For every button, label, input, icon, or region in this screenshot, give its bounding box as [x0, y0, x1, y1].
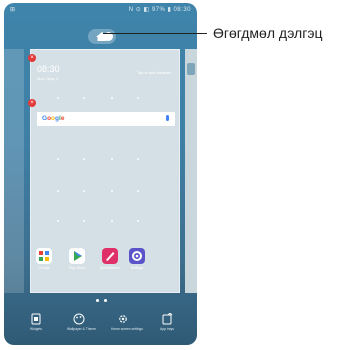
gear-icon [132, 251, 142, 261]
mic-icon[interactable] [166, 115, 169, 121]
app-trays-icon [162, 313, 173, 325]
callout-default-screen: Өгөгдмөл дэлгэц [213, 25, 323, 41]
home-screen-settings-label: Home screen settings [111, 327, 143, 331]
remove-widget-button[interactable]: × [28, 54, 36, 62]
settings-app-icon[interactable] [129, 248, 145, 264]
app-trays-button[interactable]: App trays [155, 313, 179, 331]
wallpaper-theme-label: Wallpaper & Theme [67, 327, 96, 331]
play-triangle-icon [74, 251, 82, 261]
google-search-bar[interactable]: Google [37, 112, 175, 126]
widgets-button[interactable]: Widgets [24, 313, 48, 331]
app-trays-label: App trays [160, 327, 174, 331]
app-label-google: Google [38, 266, 50, 270]
folder-grid-icon [39, 251, 49, 261]
status-left: ⊞ [10, 7, 16, 13]
page-indicator [104, 299, 107, 302]
app-label-play-store: Play Store [68, 266, 86, 270]
page-indicator-home [96, 299, 99, 302]
clock-date: Mon, May 4 [37, 76, 58, 81]
status-bar: ⊞ N ⊙ ◧ 97% ▮ 08:30 [4, 3, 197, 17]
quickmemo-icon[interactable] [102, 248, 118, 264]
phone-screen: ⊞ N ⊙ ◧ 97% ▮ 08:30 × 08:30 Mon, May 4 T… [4, 3, 197, 345]
settings-gear-icon [119, 315, 127, 323]
remove-widget-button[interactable]: × [28, 99, 36, 107]
callout-leader-line [103, 33, 207, 34]
previous-page-preview[interactable] [4, 49, 24, 293]
wallpaper-theme-button[interactable]: Wallpaper & Theme [67, 313, 96, 331]
app-label-settings: Settings [130, 266, 144, 270]
widgets-icon [31, 313, 41, 325]
app-label-quickmemo: QuickMemo+ [99, 266, 121, 270]
status-right: N ⊙ ◧ 97% ▮ 08:30 [128, 7, 191, 13]
palette-icon [73, 313, 85, 325]
clock-time: 08:30 [37, 64, 60, 74]
add-weather-label[interactable]: Tap to add weather [137, 70, 171, 75]
pen-icon [106, 252, 115, 261]
home-screen-settings-button[interactable]: Home screen settings [111, 313, 143, 331]
google-folder-icon[interactable] [36, 248, 52, 264]
play-store-icon[interactable] [69, 248, 85, 264]
home-page-canvas[interactable]: × 08:30 Mon, May 4 Tap to add weather × … [28, 49, 180, 293]
next-page-preview[interactable] [185, 49, 197, 293]
google-logo: Google [42, 115, 65, 122]
widgets-label: Widgets [30, 327, 42, 331]
app-icon-preview [187, 63, 195, 75]
